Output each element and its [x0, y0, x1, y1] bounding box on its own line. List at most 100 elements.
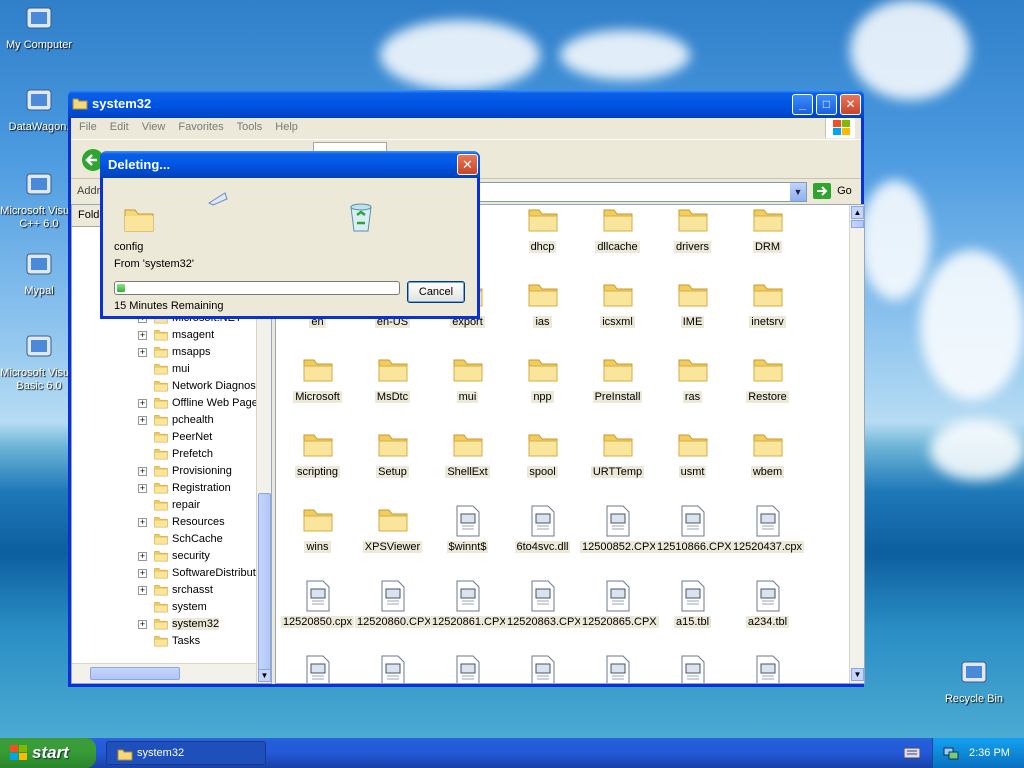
folder-item[interactable]: IME	[655, 280, 730, 328]
file-item[interactable]: 12510866.CPX	[655, 505, 734, 553]
folder-item[interactable]: DRM	[730, 205, 805, 253]
menu-item[interactable]: Help	[275, 121, 298, 133]
menu-item[interactable]: Favorites	[178, 121, 223, 133]
taskbar-item-system32[interactable]: system32	[106, 741, 266, 765]
expand-icon[interactable]: +	[138, 620, 147, 629]
expand-icon[interactable]: +	[138, 331, 147, 340]
tree-item[interactable]: Network Diagnostic	[72, 378, 256, 395]
expand-icon[interactable]: +	[138, 586, 147, 595]
expand-icon[interactable]: +	[138, 569, 147, 578]
scroll-up-icon[interactable]: ▲	[851, 206, 864, 219]
file-item[interactable]: 12520850.cpx	[280, 580, 355, 628]
folder-item[interactable]: Microsoft	[280, 355, 355, 403]
folder-item[interactable]: mui	[430, 355, 505, 403]
tree-item[interactable]: + pchealth	[72, 412, 256, 429]
expand-icon[interactable]: +	[138, 484, 147, 493]
folder-item[interactable]: wins	[280, 505, 355, 553]
window-title-bar[interactable]: system32 _ □ ✕	[68, 90, 864, 118]
tree-item[interactable]: + srchasst	[72, 582, 256, 599]
tree-item[interactable]: + Offline Web Pages	[72, 395, 256, 412]
close-button[interactable]: ✕	[840, 94, 861, 115]
folder-item[interactable]: Setup	[355, 430, 430, 478]
menu-item[interactable]: View	[142, 121, 166, 133]
file-item[interactable]: a15.tbl	[655, 580, 730, 628]
tree-item[interactable]: system	[72, 599, 256, 616]
file-item[interactable]: 12520860.CPX	[355, 580, 434, 628]
folder-item[interactable]: usmt	[655, 430, 730, 478]
go-button[interactable]: Go	[813, 183, 852, 199]
file-item[interactable]	[505, 655, 580, 683]
cancel-button[interactable]: Cancel	[407, 281, 465, 303]
folder-item[interactable]: dllcache	[580, 205, 655, 253]
file-item[interactable]: 12520865.CPX	[580, 580, 659, 628]
folder-item[interactable]: XPSViewer	[355, 505, 430, 553]
tree-item[interactable]: PeerNet	[72, 429, 256, 446]
file-item[interactable]	[280, 655, 355, 683]
desktop-shortcut[interactable]: Microsoft Visual Basic 6.0	[0, 332, 78, 393]
start-button[interactable]: start	[0, 738, 96, 768]
desktop-shortcut[interactable]: Microsoft Visual C++ 6.0	[0, 170, 78, 231]
folder-item[interactable]: spool	[505, 430, 580, 478]
maximize-button[interactable]: □	[816, 94, 837, 115]
dialog-close-button[interactable]: ✕	[457, 154, 478, 175]
tree-item[interactable]: + Provisioning	[72, 463, 256, 480]
folder-item[interactable]: Restore	[730, 355, 805, 403]
menu-item[interactable]: Tools	[237, 121, 263, 133]
tree-hscrollbar[interactable]	[72, 663, 256, 683]
folder-item[interactable]: wbem	[730, 430, 805, 478]
tree-item[interactable]: repair	[72, 497, 256, 514]
folder-item[interactable]: scripting	[280, 430, 355, 478]
expand-icon[interactable]: +	[138, 518, 147, 527]
tree-hscroll-thumb[interactable]	[90, 667, 180, 680]
file-item[interactable]	[355, 655, 430, 683]
folder-item[interactable]: ShellExt	[430, 430, 505, 478]
file-item[interactable]	[730, 655, 805, 683]
tree-item[interactable]: + SoftwareDistribution	[72, 565, 256, 582]
file-item[interactable]: 12520437.cpx	[730, 505, 805, 553]
files-scroll-thumb[interactable]	[851, 220, 864, 228]
menu-item[interactable]: Edit	[110, 121, 129, 133]
expand-icon[interactable]: +	[138, 552, 147, 561]
desktop-shortcut[interactable]: My Computer	[0, 4, 78, 52]
folder-item[interactable]: URTTemp	[580, 430, 655, 478]
tree-item[interactable]: + Registration	[72, 480, 256, 497]
expand-icon[interactable]: +	[138, 348, 147, 357]
tree-item[interactable]: + msapps	[72, 344, 256, 361]
file-item[interactable]: 12520861.CPX	[430, 580, 509, 628]
scroll-down-icon[interactable]: ▼	[851, 668, 864, 681]
tree-item[interactable]: + msagent	[72, 327, 256, 344]
file-item[interactable]	[655, 655, 730, 683]
file-item[interactable]: 12500852.CPX	[580, 505, 659, 553]
desktop-shortcut[interactable]: DataWagon.	[0, 86, 78, 134]
folder-item[interactable]: inetsrv	[730, 280, 805, 328]
address-dropdown-icon[interactable]: ▼	[790, 183, 806, 201]
tree-item[interactable]: + Resources	[72, 514, 256, 531]
file-item[interactable]	[430, 655, 505, 683]
file-item[interactable]: 12520863.CPX	[505, 580, 584, 628]
folder-item[interactable]: npp	[505, 355, 580, 403]
scroll-down-icon[interactable]: ▼	[258, 669, 271, 682]
menu-item[interactable]: File	[79, 121, 97, 133]
folder-item[interactable]: drivers	[655, 205, 730, 253]
recycle-bin-desktop-icon[interactable]: Recycle Bin	[935, 658, 1013, 706]
keyboard-icon[interactable]	[904, 747, 920, 759]
tree-item[interactable]: mui	[72, 361, 256, 378]
tree-item[interactable]: Tasks	[72, 633, 256, 650]
expand-icon[interactable]: +	[138, 416, 147, 425]
file-item[interactable]: a234.tbl	[730, 580, 805, 628]
folder-item[interactable]: dhcp	[505, 205, 580, 253]
files-scrollbar[interactable]: ▲ ▼	[849, 205, 864, 683]
file-item[interactable]: $winnt$	[430, 505, 505, 553]
expand-icon[interactable]: +	[138, 399, 147, 408]
folder-item[interactable]: icsxml	[580, 280, 655, 328]
file-item[interactable]	[580, 655, 655, 683]
expand-icon[interactable]: +	[138, 467, 147, 476]
tree-item[interactable]: SchCache	[72, 531, 256, 548]
file-item[interactable]: 6to4svc.dll	[505, 505, 580, 553]
tree-scroll-thumb[interactable]	[258, 493, 271, 673]
dialog-title-bar[interactable]: Deleting... ✕	[100, 151, 480, 178]
folder-item[interactable]: ias	[505, 280, 580, 328]
tree-item[interactable]: + system32	[72, 616, 256, 633]
tree-item[interactable]: + security	[72, 548, 256, 565]
minimize-button[interactable]: _	[792, 94, 813, 115]
